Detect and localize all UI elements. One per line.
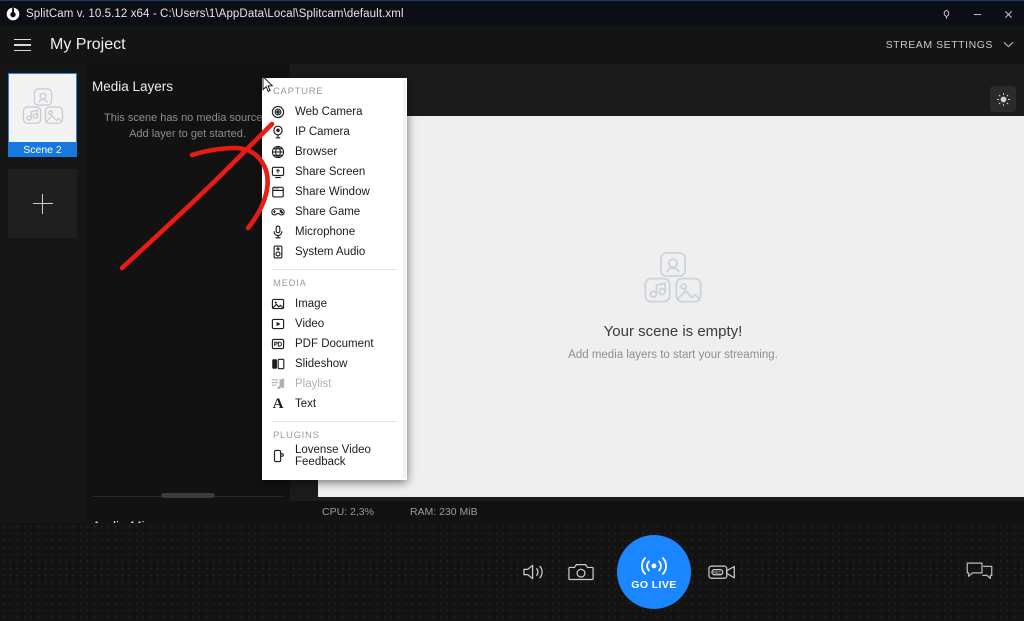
ip-camera-icon: [270, 124, 286, 140]
menu-item-image[interactable]: Image: [262, 294, 407, 314]
media-layers-empty-text: This scene has no media sources. Add lay…: [95, 110, 280, 142]
add-scene-button[interactable]: [8, 169, 77, 238]
menu-section-capture: CAPTURE: [262, 78, 407, 102]
media-placeholder-icon: [21, 88, 65, 128]
menu-item-label: PDF Document: [295, 338, 374, 350]
svg-text:REC: REC: [713, 570, 722, 575]
go-live-button[interactable]: GO LIVE: [617, 535, 691, 609]
pdf-icon: [270, 336, 286, 352]
menu-item-label: Video: [295, 318, 324, 330]
ram-usage-label: RAM: 230 MiB: [410, 506, 478, 518]
video-icon: [270, 316, 286, 332]
bottom-left-filler: [0, 523, 290, 621]
menu-item-share-game[interactable]: Share Game: [262, 202, 407, 222]
speaker-icon[interactable]: [522, 562, 547, 583]
record-video-icon[interactable]: REC: [708, 562, 738, 582]
menu-item-share-screen[interactable]: Share Screen: [262, 162, 407, 182]
empty-scene-title: Your scene is empty!: [604, 323, 743, 340]
splitcam-window: SplitCam v. 10.5.12 x64 - C:\Users\1\App…: [0, 0, 1024, 621]
window-icon: [270, 184, 286, 200]
microphone-icon: [270, 224, 286, 240]
system-audio-icon: [270, 244, 286, 260]
window-title-text: SplitCam v. 10.5.12 x64 - C:\Users\1\App…: [26, 8, 404, 20]
web-camera-icon: [270, 104, 286, 120]
menu-item-web-camera[interactable]: Web Camera: [262, 102, 407, 122]
menu-item-label: System Audio: [295, 246, 365, 258]
window-controls: [931, 1, 1024, 27]
menu-item-label: Slideshow: [295, 358, 347, 370]
image-icon: [270, 296, 286, 312]
app-header: My Project STREAM SETTINGS: [0, 26, 1024, 64]
text-icon: A: [270, 396, 286, 412]
menu-item-slideshow[interactable]: Slideshow: [262, 354, 407, 374]
playlist-icon: [270, 376, 286, 392]
menu-scrollbar[interactable]: [403, 80, 406, 478]
media-placeholder-icon: [642, 251, 704, 309]
mouse-cursor: [262, 76, 274, 99]
menu-item-label: Playlist: [295, 378, 331, 390]
window-title-bar: SplitCam v. 10.5.12 x64 - C:\Users\1\App…: [0, 0, 1024, 26]
add-layer-menu[interactable]: CAPTURE Web Camera IP Camera: [262, 78, 407, 480]
menu-item-lovense-video-feedback[interactable]: Lovense Video Feedback: [262, 446, 407, 466]
menu-section-media: MEDIA: [262, 270, 407, 294]
close-button[interactable]: [993, 1, 1024, 27]
menu-item-label: Browser: [295, 146, 337, 158]
empty-scene-subtitle: Add media layers to start your streaming…: [568, 347, 778, 363]
pin-button[interactable]: [931, 1, 962, 27]
splitcam-logo-icon: [0, 1, 26, 27]
globe-icon: [270, 144, 286, 160]
menu-item-label: Share Screen: [295, 166, 365, 178]
panel-resize-handle[interactable]: [161, 493, 215, 498]
scene-thumbnail-scene-2[interactable]: [8, 73, 77, 142]
menu-item-system-audio[interactable]: System Audio: [262, 242, 407, 262]
menu-item-label: Share Window: [295, 186, 370, 198]
plus-icon: [33, 194, 53, 214]
plugin-icon: [270, 448, 286, 464]
menu-item-pdf-document[interactable]: PDF Document: [262, 334, 407, 354]
minimize-button[interactable]: [962, 1, 993, 27]
menu-section-plugins: PLUGINS: [262, 422, 407, 446]
menu-item-microphone[interactable]: Microphone: [262, 222, 407, 242]
menu-item-ip-camera[interactable]: IP Camera: [262, 122, 407, 142]
bottom-control-bar: GO LIVE REC: [290, 523, 1024, 621]
media-layers-title: Media Layers: [92, 79, 173, 94]
media-layers-header: Media Layers +: [92, 76, 283, 96]
monitor-icon: [270, 164, 286, 180]
chevron-down-icon: [1003, 40, 1014, 50]
menu-item-label: Lovense Video Feedback: [295, 444, 407, 468]
empty-scene-placeholder: Your scene is empty! Add media layers to…: [318, 116, 1024, 497]
cpu-usage-label: CPU: 2,3%: [322, 506, 374, 518]
menu-item-video[interactable]: Video: [262, 314, 407, 334]
menu-item-label: Share Game: [295, 206, 360, 218]
hamburger-icon[interactable]: [0, 26, 44, 64]
menu-item-label: IP Camera: [295, 126, 350, 138]
stream-settings-button[interactable]: STREAM SETTINGS: [886, 26, 1014, 64]
brightness-icon[interactable]: [990, 86, 1016, 112]
menu-item-text[interactable]: A Text: [262, 394, 407, 414]
page-title: My Project: [50, 36, 126, 54]
menu-item-browser[interactable]: Browser: [262, 142, 407, 162]
scene-preview[interactable]: Your scene is empty! Add media layers to…: [318, 116, 1024, 497]
gamepad-icon: [270, 204, 286, 220]
camera-icon[interactable]: [568, 561, 594, 583]
stream-settings-label: STREAM SETTINGS: [886, 39, 993, 51]
menu-item-share-window[interactable]: Share Window: [262, 182, 407, 202]
go-live-label: GO LIVE: [631, 579, 676, 591]
slideshow-icon: [270, 356, 286, 372]
menu-item-label: Web Camera: [295, 106, 363, 118]
chat-icon[interactable]: [966, 561, 993, 583]
broadcast-icon: [637, 553, 671, 577]
scene-label-scene-2[interactable]: Scene 2: [8, 142, 77, 157]
status-bar: CPU: 2,3% RAM: 230 MiB: [290, 501, 1024, 523]
menu-item-label: Image: [295, 298, 327, 310]
menu-item-label: Text: [295, 398, 316, 410]
menu-item-playlist[interactable]: Playlist: [262, 374, 407, 394]
menu-item-label: Microphone: [295, 226, 355, 238]
